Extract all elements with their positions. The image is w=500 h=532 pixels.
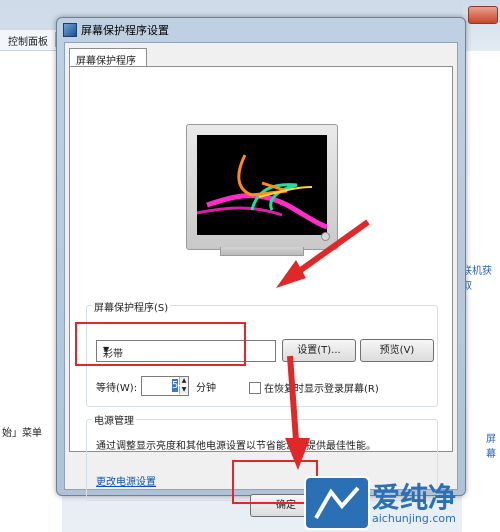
watermark-url: aichunjing.com: [372, 512, 456, 525]
arrow-to-settings-icon: [276, 219, 370, 288]
watermark-brand: 爱纯净: [372, 481, 457, 514]
arrow-to-ok-icon: [285, 355, 310, 470]
watermark-logo-icon: [304, 476, 370, 530]
annotation-arrows: [276, 219, 370, 470]
